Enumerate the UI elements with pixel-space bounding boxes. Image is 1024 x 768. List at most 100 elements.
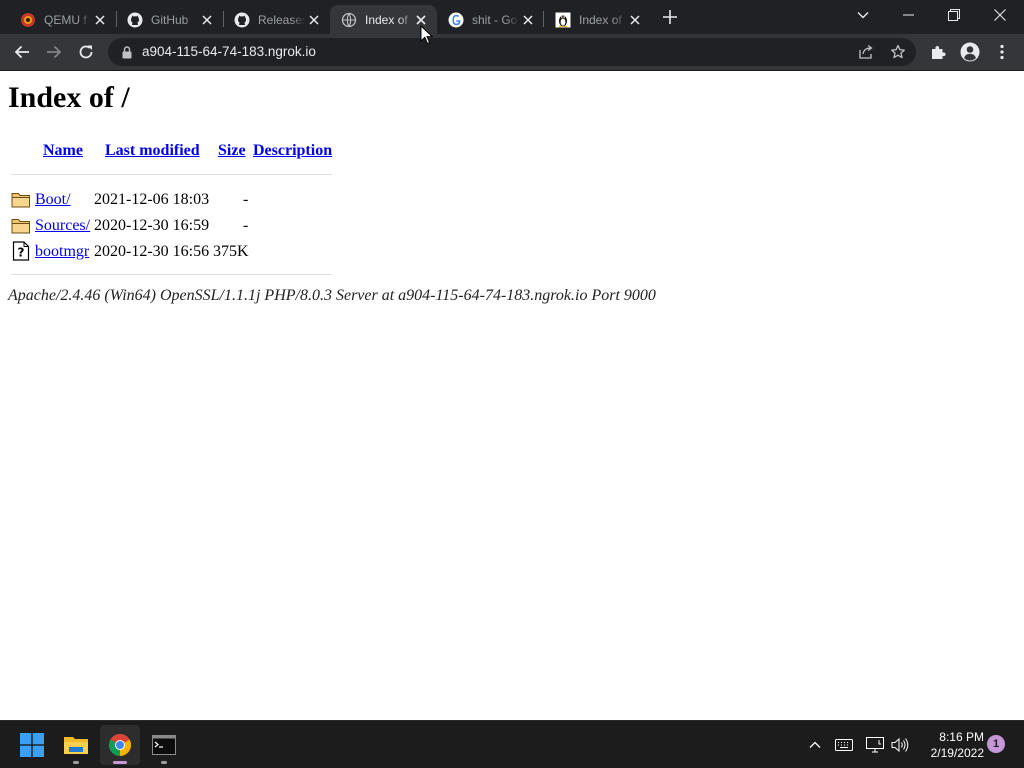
tab-search-button[interactable] bbox=[850, 4, 876, 26]
windows-taskbar: 8:16 PM 2/19/2022 bbox=[0, 720, 1024, 768]
tab-title: Releases bbox=[258, 12, 306, 27]
minimize-icon bbox=[902, 14, 914, 16]
column-header-description[interactable]: Description bbox=[253, 142, 332, 160]
tab-close-icon[interactable] bbox=[306, 12, 322, 28]
arrow-right-icon bbox=[47, 45, 62, 59]
folder-icon bbox=[11, 215, 31, 235]
file-link-boot[interactable]: Boot/ bbox=[35, 191, 71, 209]
unknown-file-icon: ? bbox=[11, 241, 31, 261]
github-icon bbox=[127, 12, 143, 28]
browser-toolbar: a904-115-64-74-183.ngrok.io bbox=[0, 34, 1024, 70]
back-button[interactable] bbox=[8, 38, 36, 66]
keyboard-button[interactable] bbox=[834, 735, 854, 755]
restore-button[interactable] bbox=[941, 4, 967, 26]
network-monitor-icon bbox=[866, 737, 884, 753]
forward-button[interactable] bbox=[40, 38, 68, 66]
last-modified-cell: 2021-12-06 18:03 bbox=[94, 191, 210, 208]
svg-text:?: ? bbox=[18, 246, 25, 260]
windows-start-icon bbox=[20, 733, 44, 757]
qemu-icon bbox=[20, 12, 36, 28]
table-divider bbox=[11, 274, 332, 275]
tab-close-icon[interactable] bbox=[627, 12, 643, 28]
show-hidden-icons-button[interactable] bbox=[805, 735, 825, 755]
extensions-button[interactable] bbox=[924, 38, 952, 66]
profile-icon bbox=[960, 42, 980, 62]
chevron-up-icon bbox=[809, 741, 821, 748]
browser-title-bar: QEMU f GitHub Releases Index of shit - G… bbox=[0, 0, 1024, 34]
active-indicator bbox=[113, 761, 127, 764]
size-cell: - bbox=[243, 191, 249, 208]
globe-icon bbox=[341, 12, 357, 28]
column-header-size[interactable]: Size bbox=[218, 142, 246, 160]
github-icon bbox=[234, 12, 250, 28]
arrow-left-icon bbox=[14, 45, 29, 59]
chrome-icon bbox=[109, 734, 131, 756]
new-tab-button[interactable] bbox=[660, 7, 680, 27]
clock-date: 2/19/2022 bbox=[930, 746, 984, 760]
tab-index-of-2[interactable]: Index of bbox=[544, 5, 651, 34]
chrome-menu-button[interactable] bbox=[988, 38, 1016, 66]
share-button[interactable] bbox=[856, 42, 876, 62]
tab-title: GitHub bbox=[151, 12, 189, 27]
speaker-icon bbox=[891, 737, 909, 753]
volume-button[interactable] bbox=[890, 735, 910, 755]
reload-icon bbox=[79, 45, 93, 59]
file-link-sources[interactable]: Sources/ bbox=[35, 217, 90, 235]
tab-title: QEMU f bbox=[44, 12, 87, 27]
start-button[interactable] bbox=[12, 725, 52, 765]
mouse-cursor-icon bbox=[420, 24, 434, 45]
reload-button[interactable] bbox=[72, 38, 100, 66]
last-modified-cell: 2020-12-30 16:59 bbox=[94, 217, 210, 234]
plus-icon bbox=[663, 10, 677, 24]
clock-time: 8:16 PM bbox=[939, 730, 984, 744]
tab-title: shit - Go bbox=[472, 12, 518, 27]
restore-icon bbox=[948, 9, 960, 21]
close-icon bbox=[994, 9, 1006, 21]
file-explorer-icon bbox=[64, 737, 88, 754]
page-content: Index of / Name Last modified Size Descr… bbox=[0, 71, 1024, 720]
tab-google-search[interactable]: shit - Go bbox=[437, 5, 544, 34]
folder-icon bbox=[11, 189, 31, 209]
more-vertical-icon bbox=[1000, 44, 1004, 60]
table-divider bbox=[11, 174, 332, 175]
tab-close-icon[interactable] bbox=[92, 12, 108, 28]
address-bar[interactable]: a904-115-64-74-183.ngrok.io bbox=[108, 38, 916, 66]
running-indicator bbox=[161, 761, 167, 764]
tab-title: Index of bbox=[579, 12, 622, 27]
column-header-last-modified[interactable]: Last modified bbox=[105, 142, 200, 160]
minimize-button[interactable] bbox=[895, 4, 921, 26]
network-button[interactable] bbox=[865, 735, 885, 755]
size-cell: - bbox=[243, 217, 249, 234]
puzzle-icon bbox=[932, 46, 946, 59]
column-header-name[interactable]: Name bbox=[43, 142, 83, 160]
bookmark-button[interactable] bbox=[888, 42, 908, 62]
system-clock[interactable]: 8:16 PM 2/19/2022 bbox=[916, 729, 984, 761]
close-window-button[interactable] bbox=[987, 4, 1013, 26]
keyboard-icon bbox=[835, 739, 853, 751]
terminal-taskbar-button[interactable] bbox=[144, 725, 184, 765]
size-cell: 375K bbox=[213, 243, 249, 260]
chrome-taskbar-button[interactable] bbox=[100, 725, 140, 765]
file-link-bootmgr[interactable]: bootmgr bbox=[35, 243, 89, 261]
last-modified-cell: 2020-12-30 16:56 bbox=[94, 243, 210, 260]
star-icon bbox=[891, 44, 905, 59]
tab-title: Index of bbox=[365, 12, 408, 27]
notification-badge[interactable]: 1 bbox=[987, 735, 1005, 753]
url-text[interactable]: a904-115-64-74-183.ngrok.io bbox=[142, 44, 316, 59]
tab-close-icon[interactable] bbox=[199, 12, 215, 28]
tab-github[interactable]: GitHub bbox=[116, 5, 223, 34]
tab-close-icon[interactable] bbox=[520, 12, 536, 28]
google-icon bbox=[448, 12, 464, 28]
server-signature: Apache/2.4.46 (Win64) OpenSSL/1.1.1j PHP… bbox=[8, 287, 656, 304]
chevron-down-icon bbox=[857, 12, 869, 19]
tab-qemu[interactable]: QEMU f bbox=[9, 5, 116, 34]
terminal-icon bbox=[152, 735, 176, 755]
tab-releases[interactable]: Releases bbox=[223, 5, 330, 34]
running-indicator bbox=[73, 761, 79, 764]
page-title: Index of / bbox=[8, 81, 130, 114]
linux-penguin-icon bbox=[555, 12, 571, 28]
lock-icon[interactable] bbox=[120, 44, 134, 60]
file-explorer-button[interactable] bbox=[56, 725, 96, 765]
share-icon bbox=[859, 44, 873, 59]
profile-button[interactable] bbox=[956, 38, 984, 66]
